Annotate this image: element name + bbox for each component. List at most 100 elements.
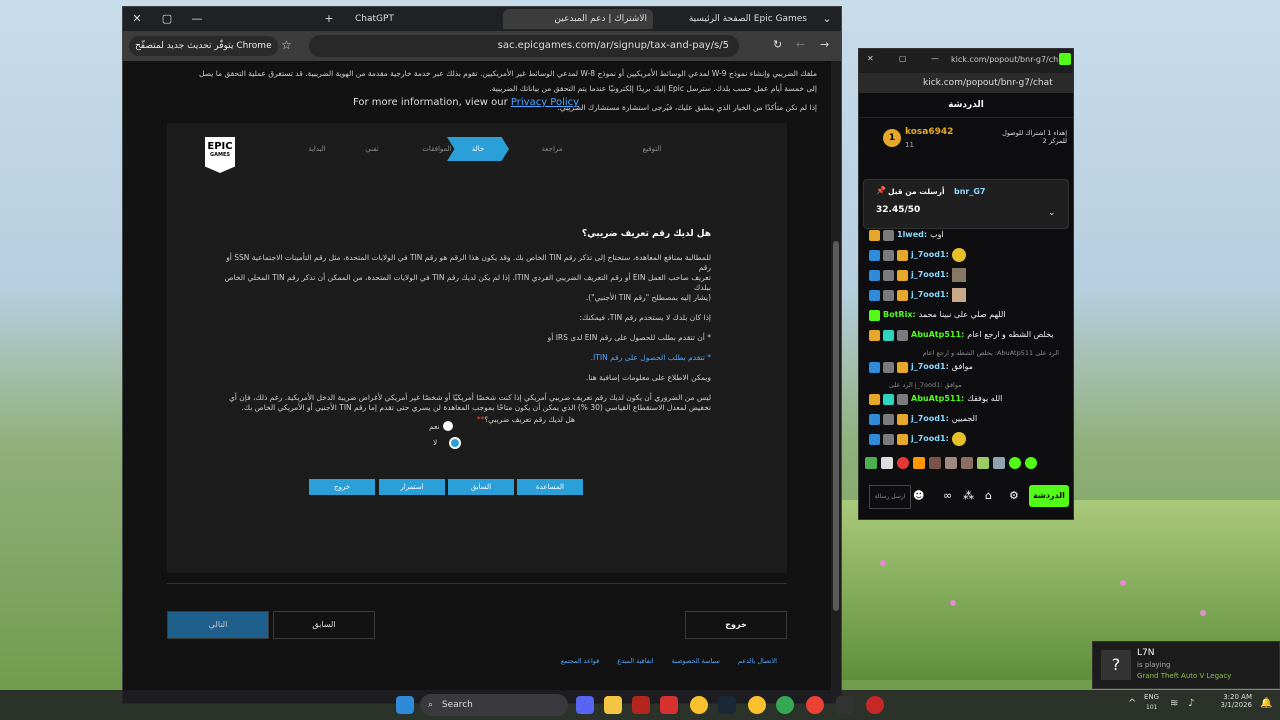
store-icon[interactable]: ⌂ <box>985 489 992 502</box>
scroll-thumb[interactable] <box>833 241 839 611</box>
bullet-ein: * أن تتقدم بطلب للحصول على رقم EIN لدى I… <box>547 333 711 342</box>
chrome-icon[interactable] <box>776 696 794 714</box>
step-status: حالة <box>447 137 509 161</box>
support-link[interactable]: الاتصال بالدعم <box>738 657 777 665</box>
page-content: ملفك الضريبي وإنشاء نموذج W-9 لمدعي الوس… <box>123 61 831 703</box>
language-indicator[interactable]: ENG <box>1144 693 1159 701</box>
windows-start-icon[interactable] <box>396 696 414 714</box>
close-window-icon[interactable]: ✕ <box>127 9 147 29</box>
address-bar[interactable]: sac.epicgames.com/ar/signup/tax-and-pay/… <box>309 35 739 57</box>
privacy-policy-link[interactable]: Privacy Policy <box>511 97 579 108</box>
emote-icon[interactable] <box>865 457 877 469</box>
chat-input[interactable]: ارسل رسالة <box>869 485 911 509</box>
file-explorer-icon[interactable] <box>604 696 622 714</box>
emote-icon[interactable] <box>897 457 909 469</box>
app-icon[interactable] <box>660 696 678 714</box>
pinned-username[interactable]: bnr_G7 <box>954 187 986 196</box>
search-label: Search <box>441 700 473 710</box>
tax-form-panel: EPIC GAMES البداية ثقني الموافقات حالة م… <box>167 123 787 573</box>
chat-url-bar[interactable]: kick.com/popout/bnr-g7/chat <box>859 73 1073 93</box>
app-icon[interactable] <box>866 696 884 714</box>
emoji-icon[interactable]: ☻ <box>913 489 924 502</box>
unknown-avatar-icon: ? <box>1101 650 1131 680</box>
terminal-icon[interactable] <box>836 696 854 714</box>
radio-yes[interactable] <box>443 421 453 431</box>
exit-button[interactable]: خروج <box>309 479 375 495</box>
emote-icon[interactable] <box>1025 457 1037 469</box>
chat-message: j_7ood1: <box>869 431 1069 447</box>
chat-message: AbuAtp511: الله يوفقك <box>869 391 1069 407</box>
tab-search-icon[interactable]: ⌄ <box>817 9 837 29</box>
help-button[interactable]: المساعدة <box>517 479 583 495</box>
tab-epic-signup[interactable]: الاشتراك | دعم المبدعين <box>503 9 653 29</box>
app-icon[interactable] <box>632 696 650 714</box>
more-info-here-link[interactable]: ويمكن الاطلاع على معلومات إضافية هنا. <box>221 373 711 383</box>
desktop-flower <box>1200 610 1206 616</box>
emote-icon[interactable] <box>881 457 893 469</box>
paragraph-line: (يشار إليه بمصطلح "رقم TIN الأجنبي"). <box>585 293 711 302</box>
emote <box>951 268 966 282</box>
chevron-down-icon[interactable]: ⌄ <box>1048 208 1056 218</box>
step-sign: التوقيع <box>642 145 662 153</box>
steam-notification[interactable]: ? L7N is playing Grand Theft Auto V Lega… <box>1092 641 1280 689</box>
footer-previous-button[interactable]: السابق <box>273 611 375 639</box>
tray-chevron-icon[interactable]: ^ <box>1128 698 1136 709</box>
minimize-icon[interactable]: — <box>931 54 939 63</box>
footer-links: الاتصال بالدعم سياسة الخصوصية اتفاقية ال… <box>561 657 777 665</box>
step-start: البداية <box>308 145 326 153</box>
reload-icon[interactable]: ↻ <box>773 38 782 51</box>
intro-line: إلى خمسة أيام عمل حسب بلدك. سترسل Epic إ… <box>489 84 817 93</box>
tab-chatgpt[interactable]: ChatGPT <box>349 9 499 29</box>
community-rules-link[interactable]: قواعد المجتمع <box>561 657 600 665</box>
emote-icon[interactable] <box>977 457 989 469</box>
volume-icon[interactable]: ♪ <box>1188 698 1194 709</box>
close-icon[interactable]: ✕ <box>867 54 874 63</box>
emote-icon[interactable] <box>929 457 941 469</box>
chrome-icon[interactable] <box>748 696 766 714</box>
continue-button[interactable]: استمرار <box>379 479 445 495</box>
emote-icon[interactable] <box>1009 457 1021 469</box>
taskbar-search[interactable]: ⌕ Search <box>420 694 568 716</box>
chrome-icon[interactable] <box>690 696 708 714</box>
tab-label: ChatGPT <box>355 14 394 24</box>
emote-icon[interactable] <box>993 457 1005 469</box>
top-gifter-name[interactable]: kosa6942 <box>905 127 953 137</box>
emote-icon[interactable] <box>961 457 973 469</box>
people-icon[interactable]: ⁂ <box>963 489 974 502</box>
footer-exit-button[interactable]: خروج <box>685 611 787 639</box>
emote-icon[interactable] <box>945 457 957 469</box>
discord-icon[interactable] <box>576 696 594 714</box>
steam-icon[interactable] <box>718 696 736 714</box>
next-button[interactable]: التالي <box>167 611 269 639</box>
bookmark-star-icon[interactable]: ☆ <box>281 38 292 52</box>
forward-icon[interactable]: → <box>820 38 829 51</box>
new-tab-icon[interactable]: + <box>319 9 339 29</box>
chat-message: j_7ood1: <box>869 247 1069 263</box>
radio-no[interactable] <box>449 437 461 449</box>
bullet-itin-link[interactable]: * تتقدم بطلب الحصول على رقم ITIN. <box>221 353 711 363</box>
creator-agreement-link[interactable]: اتفاقية المبدع <box>617 657 653 665</box>
maximize-window-icon[interactable]: ▢ <box>157 9 177 29</box>
chat-title: الدردشة <box>859 93 1073 118</box>
gift-count: 11 <box>905 141 914 149</box>
settings-icon[interactable]: ⚙ <box>1009 489 1019 502</box>
chrome-icon[interactable] <box>806 696 824 714</box>
page-scrollbar[interactable] <box>831 61 841 703</box>
minimize-window-icon[interactable]: — <box>187 9 207 29</box>
previous-button[interactable]: السابق <box>448 479 514 495</box>
send-chat-button[interactable]: الدردشة <box>1029 485 1069 507</box>
back-icon[interactable]: ← <box>796 38 805 51</box>
emote <box>951 248 966 262</box>
tab-epic-home[interactable]: Epic Games الصفحة الرئيسية <box>663 9 813 29</box>
emote-icon[interactable] <box>913 457 925 469</box>
privacy-link[interactable]: سياسة الخصوصية <box>672 657 720 665</box>
step-info: ثقني <box>365 145 379 153</box>
infinity-icon[interactable]: ∞ <box>943 489 952 502</box>
pinned-message[interactable]: 📌 أرسلت من قبل bnr_G7 32.45/50 ⌄ <box>863 179 1069 229</box>
chrome-update-button[interactable]: يتوفّر تحديث جديد لمتصفّح Chrome <box>129 36 278 56</box>
update-label: يتوفّر تحديث جديد لمتصفّح Chrome <box>135 41 272 51</box>
notification-bell-icon[interactable]: 🔔 <box>1260 698 1272 709</box>
clock[interactable]: 3:20 AM 3/1/2026 <box>1208 693 1252 709</box>
wifi-icon[interactable]: ≋ <box>1170 698 1178 709</box>
maximize-icon[interactable]: ▢ <box>899 54 907 63</box>
